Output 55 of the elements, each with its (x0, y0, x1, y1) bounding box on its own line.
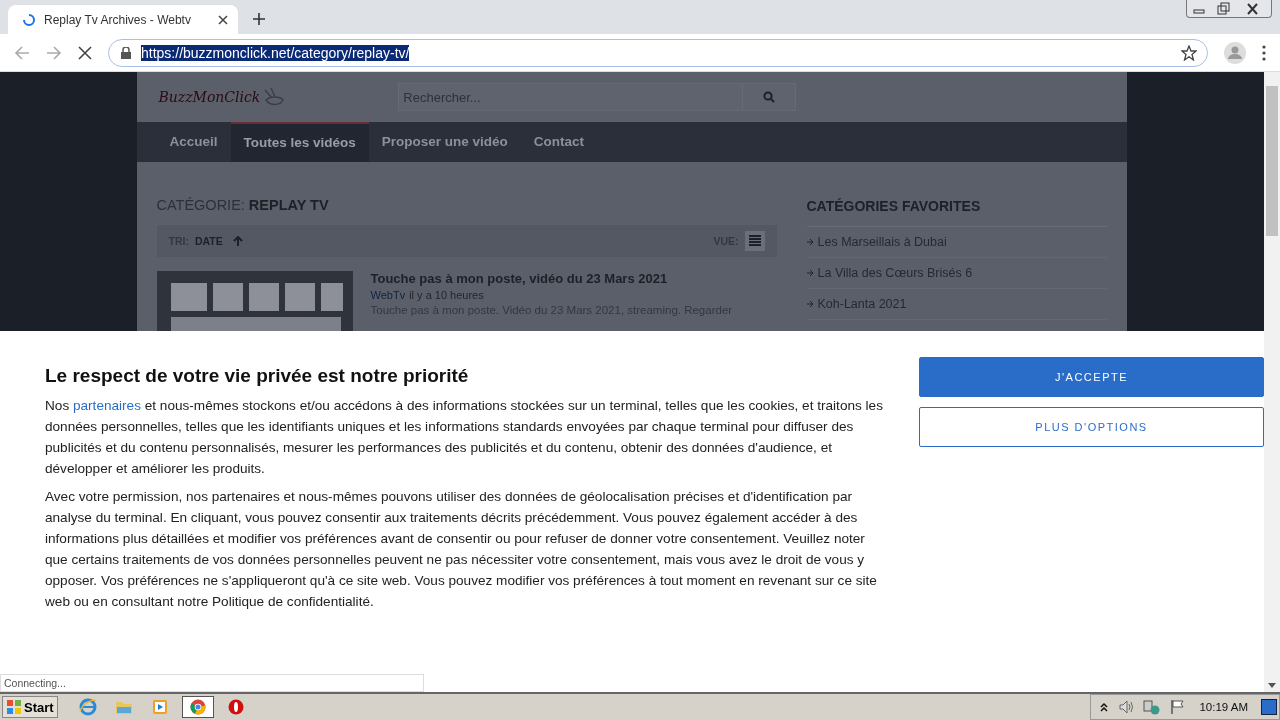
category-link[interactable]: La Villa des Cœurs Brisés 6 (817, 266, 973, 280)
window-controls[interactable] (1186, 0, 1272, 18)
arrow-icon (806, 270, 813, 276)
status-bubble: Connecting... (0, 674, 424, 692)
arrow-icon (806, 239, 813, 245)
chrome-icon (189, 699, 206, 715)
article-title[interactable]: Touche pas à mon poste, vidéo du 23 Mars 2021 (370, 271, 733, 286)
nav-tab[interactable]: Accueil (156, 122, 231, 162)
star-icon[interactable] (1181, 44, 1197, 61)
start-button[interactable]: Start (2, 696, 58, 718)
speaker-icon[interactable] (1118, 699, 1135, 715)
chevron-up-icon[interactable] (1099, 702, 1110, 712)
browser-e-icon (78, 698, 97, 716)
menu-icon[interactable] (1262, 44, 1266, 61)
arrow-icon (806, 301, 813, 307)
browser-tab[interactable]: Replay Tv Archives - Webtv (8, 5, 238, 34)
category-link[interactable]: Koh-Lanta 2021 (817, 297, 907, 311)
scroll-down-icon[interactable] (1268, 683, 1276, 688)
site-logo[interactable]: BuzzMonClick (158, 89, 261, 105)
scrollbar[interactable] (1264, 72, 1280, 692)
dialog-title: Le respect de votre vie privée est notre priorité (45, 365, 470, 387)
stop-sign-icon (227, 699, 244, 715)
category-link[interactable]: Les Marseillais à Dubai (817, 235, 947, 249)
search-icon[interactable] (763, 91, 776, 103)
profile-icon[interactable] (1224, 41, 1246, 64)
source-link[interactable]: WebTv (370, 289, 406, 301)
windows-logo-icon (6, 699, 22, 715)
arrow-up-icon[interactable] (232, 236, 243, 246)
close-icon[interactable] (218, 14, 228, 25)
chrome-taskbar-button[interactable] (181, 696, 214, 718)
accept-button[interactable]: J'ACCEPTE (919, 357, 1264, 397)
consent-paragraph: Nos partenaires et nous-mêmes stockons et/ou accédons à des informations stockées sur un terminal, telles que les cookies, et traitons les données personnelles, telles que les identifiants uniques et les informations standards envoyées par chaque terminal pour diffuser des publicités et du contenu personnalisés, mesurer les performances des publicités et du contenu, obtenir des données d'audience, et développer et améliorer les produits. (45, 397, 884, 478)
show-desktop-button[interactable] (1261, 699, 1277, 715)
list-view-icon[interactable] (744, 231, 765, 251)
clock[interactable]: 10:19 AM (1199, 701, 1248, 713)
lock-icon (121, 46, 131, 59)
category-name: REPLAY TV (248, 197, 329, 213)
scroll-thumb[interactable] (1266, 86, 1278, 236)
partners-link[interactable]: partenaires (72, 398, 141, 413)
nav-tab[interactable]: Contact (520, 122, 598, 162)
stop-icon[interactable] (78, 45, 92, 60)
back-icon[interactable] (14, 44, 30, 61)
sort-value[interactable]: DATE (194, 235, 223, 247)
flag-icon[interactable] (1170, 699, 1187, 715)
new-tab-icon[interactable] (253, 13, 265, 25)
play-icon (151, 699, 168, 715)
consent-paragraph: Avec votre permission, nos partenaires et nous-mêmes pouvons utiliser des données de géolocalisation précises et d'identification par analyse du terminal. En cliquant, vous pouvez consentir aux traitements décrits précédemment. Vous pouvez également accéder à des informations plus détaillées et modifier vos préférences avant de consentir ou pour refuser de donner votre consentement. Veuillez noter que certains traitements de vos données personnelles peuvent ne pas nécessiter votre consentement, mais vous avez le droit de vous y opposer. Vos préférences ne s'appliqueront qu'à ce site web. Vous pouvez modifier vos préférences à tout moment en revenant sur ce site web ou en consultant notre Politique de confidentialité. (45, 488, 878, 611)
nav-tab[interactable]: Proposer une vidéo (368, 122, 521, 162)
tab-title: Replay Tv Archives - Webtv (44, 12, 192, 27)
folder-icon (114, 699, 133, 715)
options-button[interactable]: PLUS D'OPTIONS (919, 407, 1264, 447)
forward-icon[interactable] (46, 44, 62, 61)
sidebar-title: CATÉGORIES FAVORITES (806, 198, 1107, 227)
nav-tab[interactable]: Toutes les vidéos (230, 122, 369, 162)
network-icon[interactable] (1143, 699, 1162, 715)
